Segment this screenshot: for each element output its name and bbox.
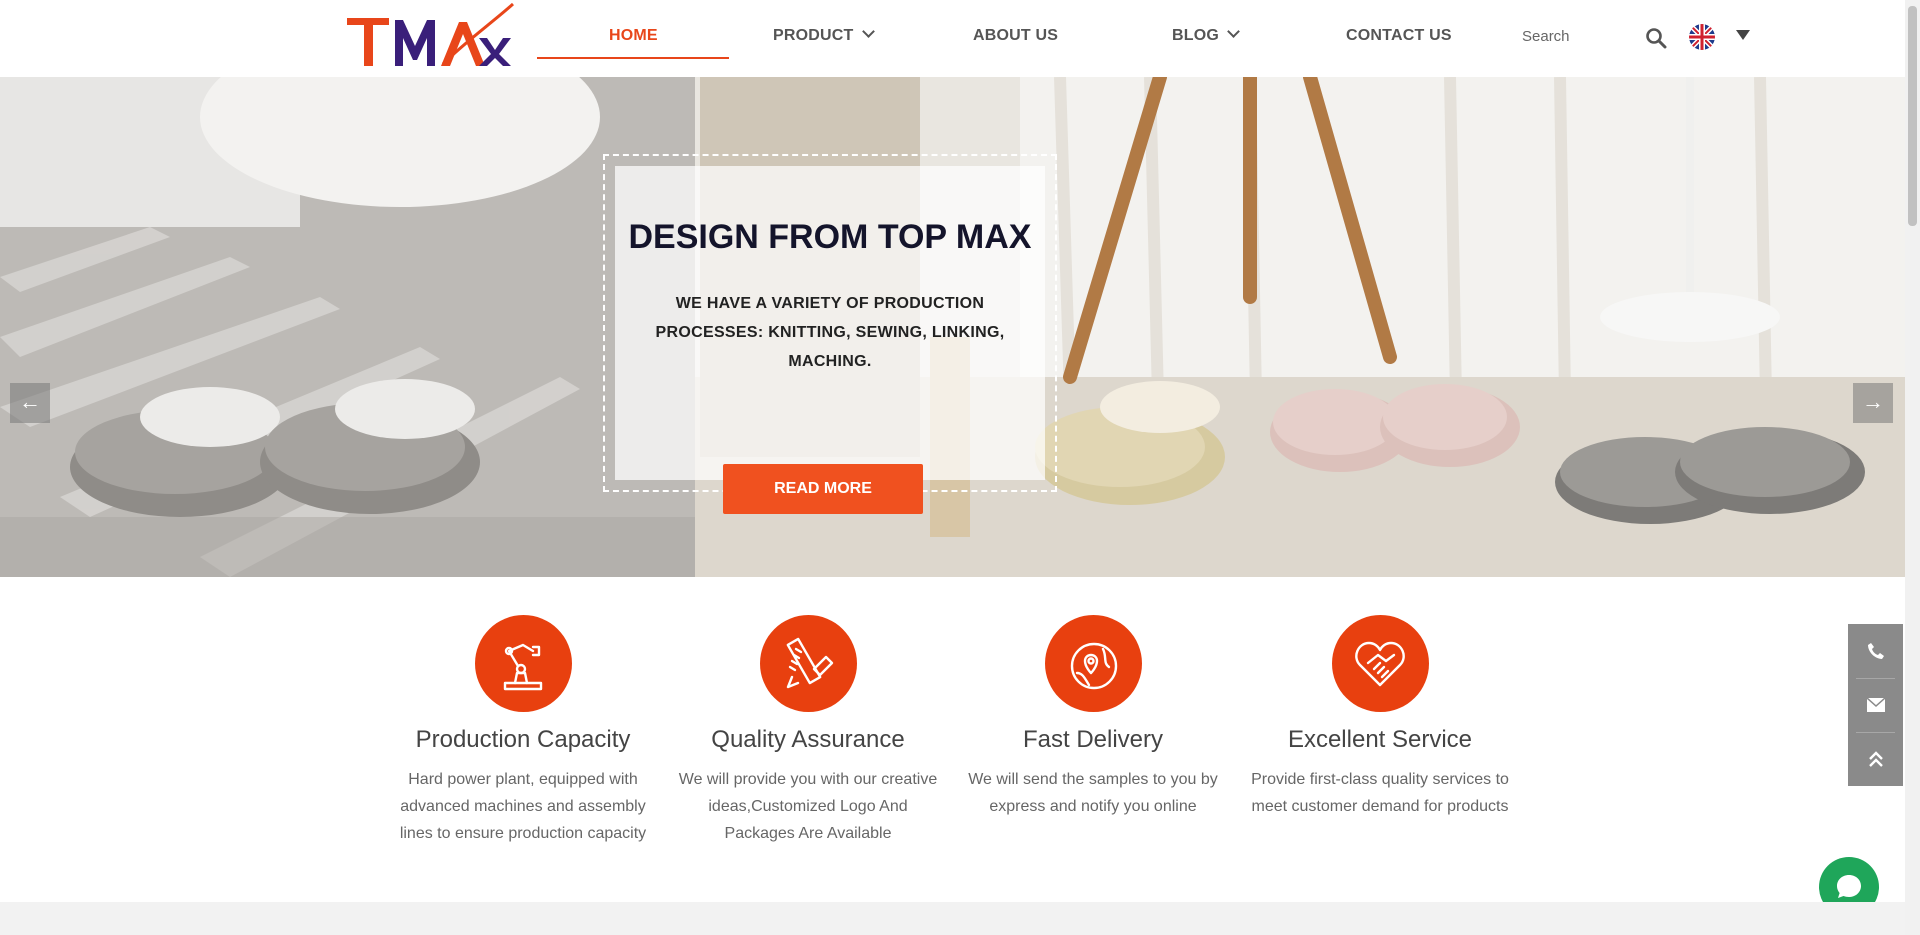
feature-description: We will send the samples to you by expre… [968,771,1218,815]
globe-pin-icon [1044,615,1142,712]
next-section-strip [0,902,1905,935]
double-chevron-up-icon [1868,751,1883,767]
site-header: HOME PRODUCT ABOUT US BLOG CONTACT US Se… [0,0,1905,77]
chevron-down-icon [1227,25,1240,38]
feature-delivery: Fast Delivery We will send the samples t… [963,615,1223,820]
scrollbar-thumb[interactable] [1908,6,1917,226]
hero-subtitle: WE HAVE A VARIETY OF PRODUCTION PROCESSE… [655,295,1005,370]
feature-production: Production Capacity Hard power plant, eq… [393,615,653,847]
feature-service: Excellent Service Provide first-class qu… [1250,615,1510,820]
feature-title: Production Capacity [415,726,631,753]
nav-product-label: PRODUCT [773,27,854,44]
feature-quality: Quality Assurance We will provide you wi… [678,615,938,847]
feature-title: Excellent Service [1287,726,1473,753]
search-icon[interactable] [1645,27,1667,49]
phone-icon [1867,643,1884,659]
nav-contact[interactable]: CONTACT US [1346,27,1452,45]
hero-caption-panel: DESIGN FROM TOP MAX WE HAVE A VARIETY OF… [615,166,1045,480]
chevron-down-icon [861,25,875,38]
hero-caption: DESIGN FROM TOP MAX WE HAVE A VARIETY OF… [603,154,1057,514]
read-more-button[interactable]: READ MORE [723,464,923,514]
ruler-pencil-icon [759,615,857,712]
floating-contact-bar [1848,624,1903,786]
back-to-top-button[interactable] [1848,732,1903,786]
feature-title: Quality Assurance [711,726,905,753]
nav-product[interactable]: PRODUCT [773,25,875,45]
nav-about-label: ABOUT US [973,27,1059,44]
nav-home-label: HOME [609,27,658,44]
chat-bubble-icon [1837,875,1861,898]
feature-description: Hard power plant, equipped with advanced… [399,771,647,842]
hero-slider: DESIGN FROM TOP MAX WE HAVE A VARIETY OF… [0,77,1905,577]
nav-home[interactable]: HOME [609,27,658,45]
language-dropdown-caret-icon[interactable] [1736,30,1750,40]
nav-contact-label: CONTACT US [1346,27,1452,44]
nav-about[interactable]: ABOUT US [973,27,1058,45]
slider-prev-button[interactable]: ← [10,383,50,423]
feature-description: Provide first-class quality services to … [1251,771,1509,815]
phone-button[interactable] [1848,624,1903,678]
robot-arm-icon [474,615,572,712]
email-button[interactable] [1848,678,1903,732]
feature-description: We will provide you with our creative id… [678,771,938,842]
search-input[interactable]: Search [1522,28,1570,45]
tmax-logo[interactable] [345,2,515,72]
feature-title: Fast Delivery [1022,726,1164,753]
hero-title: DESIGN FROM TOP MAX [628,218,1032,256]
nav-active-underline [537,57,729,59]
uk-flag-icon[interactable] [1689,24,1715,50]
heart-hand-icon [1331,615,1429,712]
page-scrollbar[interactable] [1905,0,1920,935]
nav-blog[interactable]: BLOG [1172,25,1240,45]
slider-next-button[interactable]: → [1853,383,1893,423]
email-icon [1866,698,1885,712]
nav-blog-label: BLOG [1172,27,1220,44]
